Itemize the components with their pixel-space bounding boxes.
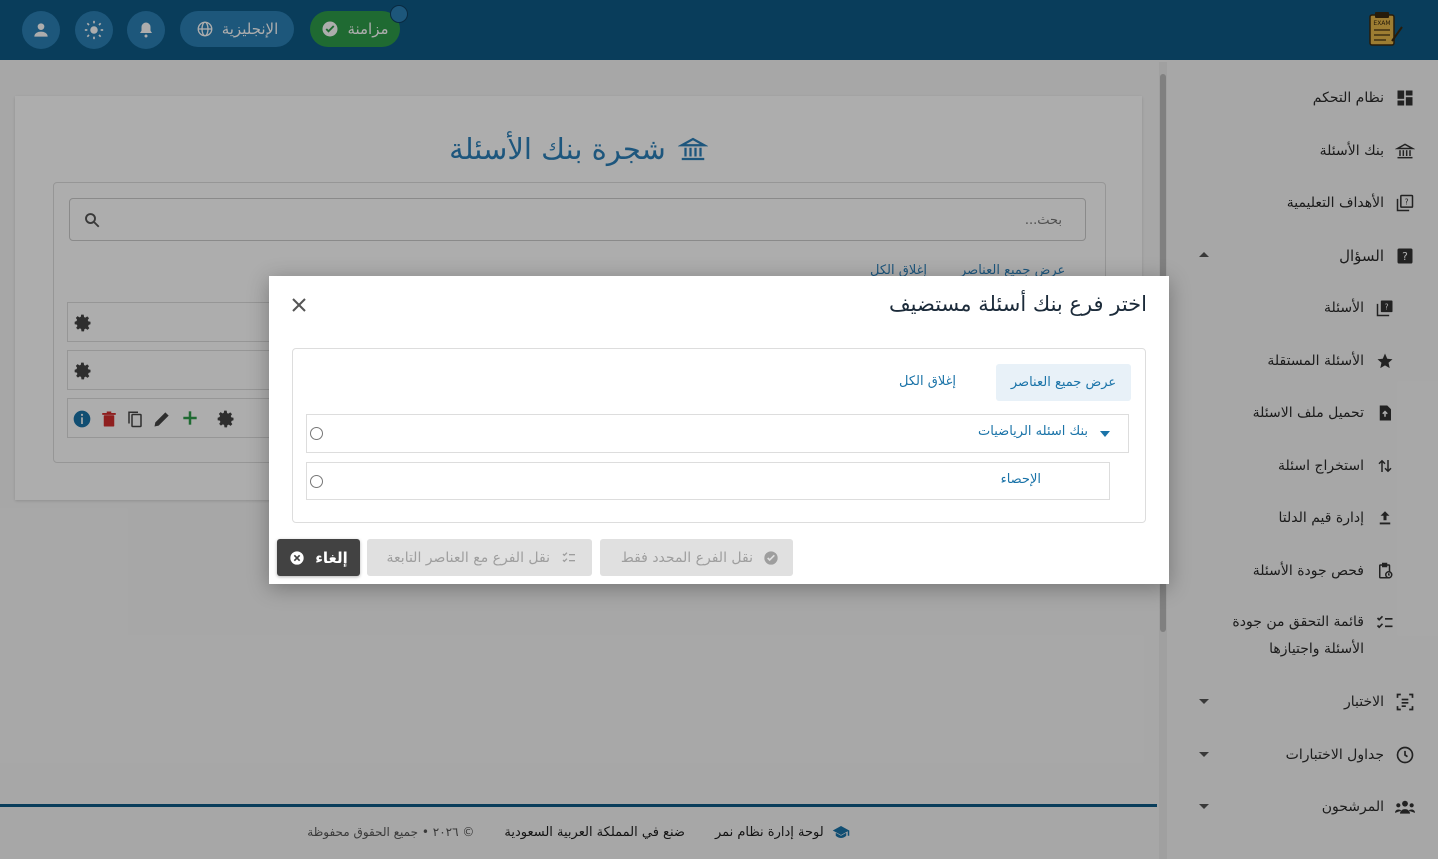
modal-backdrop-top <box>0 0 1438 60</box>
check-circle-icon <box>763 550 779 566</box>
tree-node[interactable]: بنك اسئله الرياضيات <box>306 414 1129 453</box>
close-all-button[interactable]: إغلاق الكل <box>899 374 956 389</box>
cancel-button[interactable]: إلغاء <box>277 539 360 576</box>
tree-node-label: بنك اسئله الرياضيات <box>978 424 1088 439</box>
select-host-branch-dialog: اختر فرع بنك أسئلة مستضيف عرض جميع العنا… <box>269 276 1169 584</box>
move-branch-with-children-button[interactable]: نقل الفرع مع العناصر التابعة <box>367 539 592 576</box>
checklist-icon <box>560 550 578 566</box>
show-all-button[interactable]: عرض جميع العناصر <box>996 364 1131 401</box>
close-circle-icon <box>289 550 305 566</box>
button-label: نقل الفرع مع العناصر التابعة <box>386 549 550 566</box>
close-icon[interactable] <box>291 297 307 313</box>
dialog-title: اختر فرع بنك أسئلة مستضيف <box>888 292 1147 316</box>
move-selected-branch-button[interactable]: نقل الفرع المحدد فقط <box>600 539 793 576</box>
tree-node-label: الإحصاء <box>1000 472 1041 487</box>
caret-down-icon[interactable] <box>1100 431 1110 437</box>
radio-button[interactable] <box>310 427 323 440</box>
button-label: نقل الفرع المحدد فقط <box>620 549 753 566</box>
modal-backdrop-sidebar <box>1157 60 1438 859</box>
radio-button[interactable] <box>310 475 323 488</box>
tree-node-child[interactable]: الإحصاء <box>306 462 1110 500</box>
button-label: إلغاء <box>315 548 348 567</box>
